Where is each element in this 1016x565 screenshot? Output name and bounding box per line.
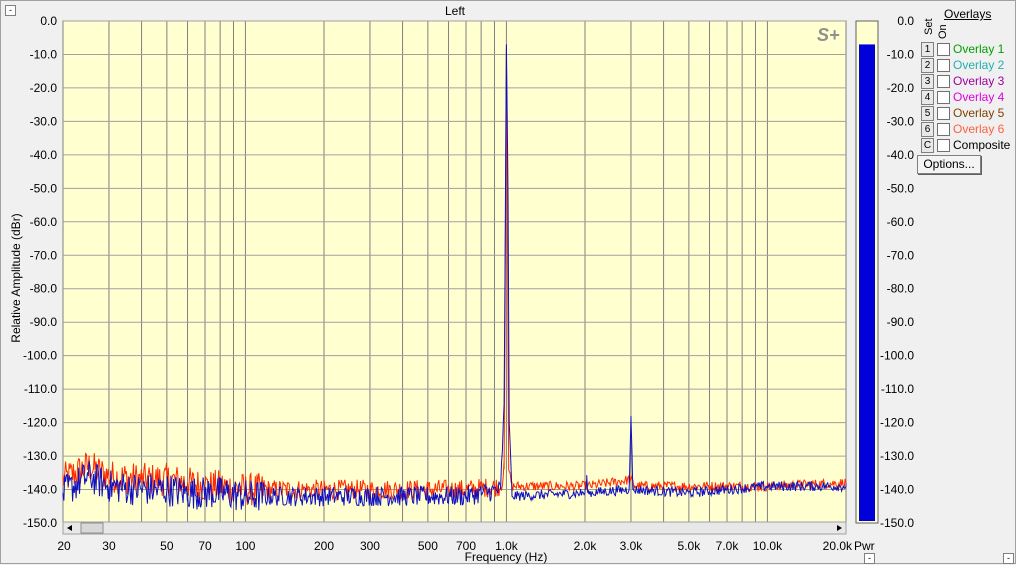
- overlay-set-button[interactable]: 6: [921, 122, 934, 137]
- y-tick-label: -80.0: [30, 282, 58, 296]
- x-tick-label: 2.0k: [574, 539, 598, 553]
- overlay-on-checkbox[interactable]: [937, 107, 950, 120]
- minimize-icon[interactable]: -: [864, 553, 875, 564]
- y-tick-label: -90.0: [30, 315, 58, 329]
- power-meter-bar: [859, 44, 875, 521]
- analyzer-window: - Left Relative Amplitude (dBr) Frequenc…: [0, 0, 1016, 564]
- y-tick-label: -30.0: [30, 114, 58, 128]
- col-set-label: Set: [923, 18, 935, 35]
- meter-tick-label: -140.0: [880, 483, 914, 497]
- overlay-set-button[interactable]: 1: [921, 42, 934, 57]
- y-tick-label: -120.0: [23, 416, 57, 430]
- y-tick-label: -150.0: [23, 516, 57, 530]
- scrollbar-thumb[interactable]: [80, 522, 104, 534]
- overlay-set-button[interactable]: C: [921, 138, 934, 153]
- x-tick-label: 50: [160, 539, 174, 553]
- y-tick-label: -50.0: [30, 181, 58, 195]
- overlay-label: Composite: [953, 138, 1011, 152]
- minimize-icon[interactable]: -: [1003, 553, 1014, 564]
- meter-tick-label: -80.0: [887, 282, 915, 296]
- meter-tick-label: -30.0: [887, 114, 915, 128]
- overlay-label: Overlay 3: [953, 74, 1005, 88]
- overlay-set-button[interactable]: 2: [921, 58, 934, 73]
- meter-tick-label: -40.0: [887, 148, 915, 162]
- x-tick-label: 3.0k: [620, 539, 644, 553]
- x-tick-label: 100: [235, 539, 255, 553]
- x-tick-label: 500: [418, 539, 438, 553]
- y-tick-label: 0.0: [40, 14, 57, 28]
- s-plus-logo: S+: [817, 25, 840, 45]
- x-tick-label: 20: [57, 539, 71, 553]
- y-tick-label: -110.0: [24, 382, 57, 396]
- overlay-label: Overlay 4: [953, 90, 1005, 104]
- meter-tick-label: -60.0: [887, 215, 915, 229]
- spectrum-chart[interactable]: 0.0-10.0-20.0-30.0-40.0-50.0-60.0-70.0-8…: [1, 1, 1016, 565]
- col-on-label: On: [937, 24, 949, 39]
- meter-tick-label: 0.0: [897, 14, 914, 28]
- overlay-on-checkbox[interactable]: [937, 75, 950, 88]
- options-button[interactable]: Options...: [917, 155, 981, 174]
- overlay-on-checkbox[interactable]: [937, 123, 950, 136]
- overlay-on-checkbox[interactable]: [937, 139, 950, 152]
- y-tick-label: -70.0: [30, 248, 58, 262]
- y-tick-label: -60.0: [30, 215, 58, 229]
- x-tick-label: 20.0k: [823, 539, 853, 553]
- x-tick-label: 5.0k: [678, 539, 702, 553]
- pwr-label: Pwr: [854, 539, 875, 553]
- x-tick-label: 70: [198, 539, 212, 553]
- y-tick-label: -10.0: [30, 47, 58, 61]
- y-tick-label: -140.0: [23, 483, 57, 497]
- meter-tick-label: -150.0: [880, 516, 914, 530]
- meter-tick-label: -110.0: [881, 382, 914, 396]
- meter-tick-label: -10.0: [887, 47, 915, 61]
- overlays-title: Overlays: [944, 7, 992, 21]
- meter-tick-label: -50.0: [887, 181, 915, 195]
- x-tick-label: 200: [314, 539, 334, 553]
- scrollbar[interactable]: [62, 521, 847, 535]
- plot-area[interactable]: [62, 20, 847, 524]
- y-tick-label: -20.0: [30, 81, 58, 95]
- x-tick-label: 30: [102, 539, 116, 553]
- overlay-on-checkbox[interactable]: [937, 59, 950, 72]
- overlay-set-button[interactable]: 4: [921, 90, 934, 105]
- x-tick-label: 300: [360, 539, 380, 553]
- meter-tick-label: -130.0: [880, 449, 914, 463]
- overlay-label: Overlay 2: [953, 58, 1005, 72]
- overlay-label: Overlay 1: [953, 42, 1005, 56]
- overlay-set-button[interactable]: 5: [921, 106, 934, 121]
- overlay-on-checkbox[interactable]: [937, 43, 950, 56]
- y-tick-label: -100.0: [23, 349, 57, 363]
- overlay-label: Overlay 5: [953, 106, 1005, 120]
- x-tick-label: 700: [456, 539, 476, 553]
- meter-tick-label: -90.0: [887, 315, 915, 329]
- overlay-label: Overlay 6: [953, 122, 1005, 136]
- meter-tick-label: -20.0: [887, 81, 915, 95]
- y-tick-label: -130.0: [23, 449, 57, 463]
- x-tick-label: 1.0k: [495, 539, 519, 553]
- meter-tick-label: -70.0: [887, 248, 915, 262]
- meter-tick-label: -100.0: [880, 349, 914, 363]
- x-tick-label: 10.0k: [753, 539, 783, 553]
- overlay-set-button[interactable]: 3: [921, 74, 934, 89]
- x-tick-label: 7.0k: [716, 539, 740, 553]
- y-tick-label: -40.0: [30, 148, 58, 162]
- overlay-on-checkbox[interactable]: [937, 91, 950, 104]
- meter-tick-label: -120.0: [880, 416, 914, 430]
